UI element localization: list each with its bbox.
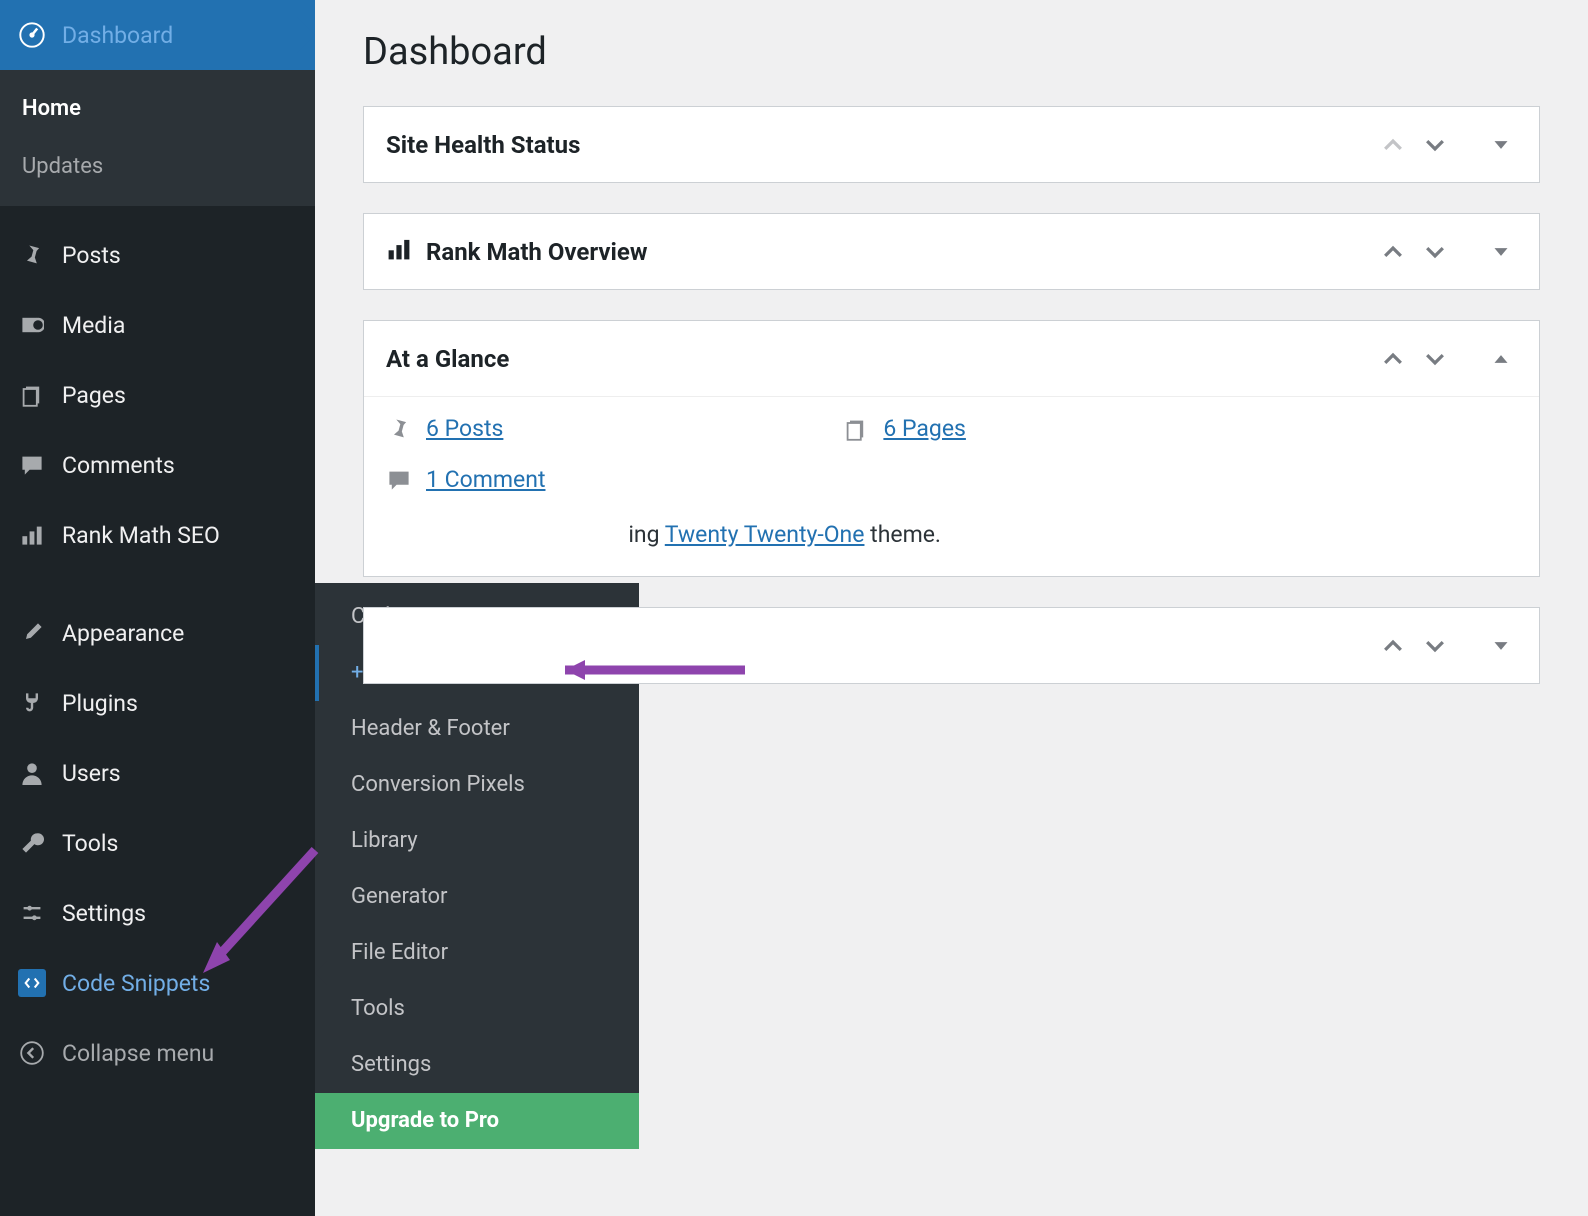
glance-posts[interactable]: 6 Posts [386,415,503,442]
pin-icon [18,243,46,267]
widget-at-a-glance: At a Glance 6 Posts 6 Pages [363,320,1540,577]
wrench-icon [18,831,46,855]
brush-icon [18,621,46,645]
glance-pages-link: 6 Pages [883,415,966,442]
sidebar-item-dashboard[interactable]: Dashboard [0,0,315,70]
admin-sidebar: Dashboard Home Updates Posts Media Pages… [0,0,315,1216]
sidebar-item-settings[interactable]: Settings [0,878,315,948]
glance-posts-link: 6 Posts [426,415,503,442]
sidebar-item-collapse[interactable]: Collapse menu [0,1018,315,1088]
glance-comment-link: 1 Comment [426,466,545,493]
media-icon [18,313,46,337]
flyout-item-upgrade[interactable]: Upgrade to Pro [315,1093,639,1149]
sidebar-dashboard-submenu: Home Updates [0,70,315,206]
sidebar-sub-updates[interactable]: Updates [0,138,315,196]
chart-icon [18,523,46,547]
move-up-icon[interactable] [1377,129,1409,161]
comment-icon [18,453,46,477]
flyout-item-settings[interactable]: Settings [315,1037,639,1093]
pages-icon [18,383,46,407]
sidebar-item-posts[interactable]: Posts [0,220,315,290]
widget-rankmath: Rank Math Overview [363,213,1540,290]
sidebar-item-appearance[interactable]: Appearance [0,598,315,668]
move-up-icon[interactable] [1377,236,1409,268]
pages-icon [843,417,869,441]
move-down-icon[interactable] [1419,630,1451,662]
rankmath-title: Rank Math Overview [426,238,647,266]
widget-blank [363,607,1540,684]
sidebar-plugins-label: Plugins [62,690,138,717]
chart-icon [386,236,412,268]
code-icon [18,969,46,997]
move-down-icon[interactable] [1419,236,1451,268]
toggle-icon[interactable] [1485,129,1517,161]
site-health-title: Site Health Status [386,131,580,159]
sidebar-media-label: Media [62,312,125,339]
sidebar-code-snippets-label: Code Snippets [62,970,210,997]
sidebar-item-plugins[interactable]: Plugins [0,668,315,738]
sidebar-pages-label: Pages [62,382,126,409]
sidebar-collapse-label: Collapse menu [62,1040,214,1067]
flyout-item-tools[interactable]: Tools [315,981,639,1037]
move-down-icon[interactable] [1419,129,1451,161]
sidebar-posts-label: Posts [62,242,121,269]
pin-icon [386,417,412,441]
sidebar-item-comments[interactable]: Comments [0,430,315,500]
sidebar-appearance-label: Appearance [62,620,184,647]
sidebar-rankmath-label: Rank Math SEO [62,522,220,549]
dashboard-icon [18,22,46,48]
sidebar-item-media[interactable]: Media [0,290,315,360]
sidebar-item-code-snippets[interactable]: Code Snippets [0,948,315,1018]
sidebar-item-users[interactable]: Users [0,738,315,808]
sidebar-sub-home[interactable]: Home [0,80,315,138]
sidebar-comments-label: Comments [62,452,175,479]
glance-title: At a Glance [386,345,509,373]
user-icon [18,761,46,785]
sidebar-item-rankmath[interactable]: Rank Math SEO [0,500,315,570]
sidebar-tools-label: Tools [62,830,118,857]
plug-icon [18,691,46,715]
flyout-item-file-editor[interactable]: File Editor [315,925,639,981]
glance-pages[interactable]: 6 Pages [843,415,966,442]
page-title: Dashboard [363,30,1540,74]
main-content: Dashboard Site Health Status Rank Math O… [315,0,1588,744]
glance-theme-link[interactable]: Twenty Twenty-One [665,521,865,548]
move-up-icon[interactable] [1377,630,1409,662]
flyout-item-conversion-pixels[interactable]: Conversion Pixels [315,757,639,813]
comment-icon [386,468,412,492]
move-down-icon[interactable] [1419,343,1451,375]
toggle-icon[interactable] [1485,236,1517,268]
glance-comments[interactable]: 1 Comment [386,452,1517,493]
collapse-icon [18,1041,46,1065]
toggle-icon[interactable] [1485,343,1517,375]
sidebar-item-tools[interactable]: Tools [0,808,315,878]
flyout-item-generator[interactable]: Generator [315,869,639,925]
sidebar-users-label: Users [62,760,121,787]
toggle-icon[interactable] [1485,630,1517,662]
sidebar-settings-label: Settings [62,900,146,927]
flyout-item-library[interactable]: Library [315,813,639,869]
widget-site-health: Site Health Status [363,106,1540,183]
sidebar-dashboard-label: Dashboard [62,22,173,49]
sliders-icon [18,901,46,925]
glance-running-text: xxxxxxxxxxxxxxxxxxing ing Twenty Twenty-… [386,493,1517,548]
sidebar-item-pages[interactable]: Pages [0,360,315,430]
move-up-icon[interactable] [1377,343,1409,375]
